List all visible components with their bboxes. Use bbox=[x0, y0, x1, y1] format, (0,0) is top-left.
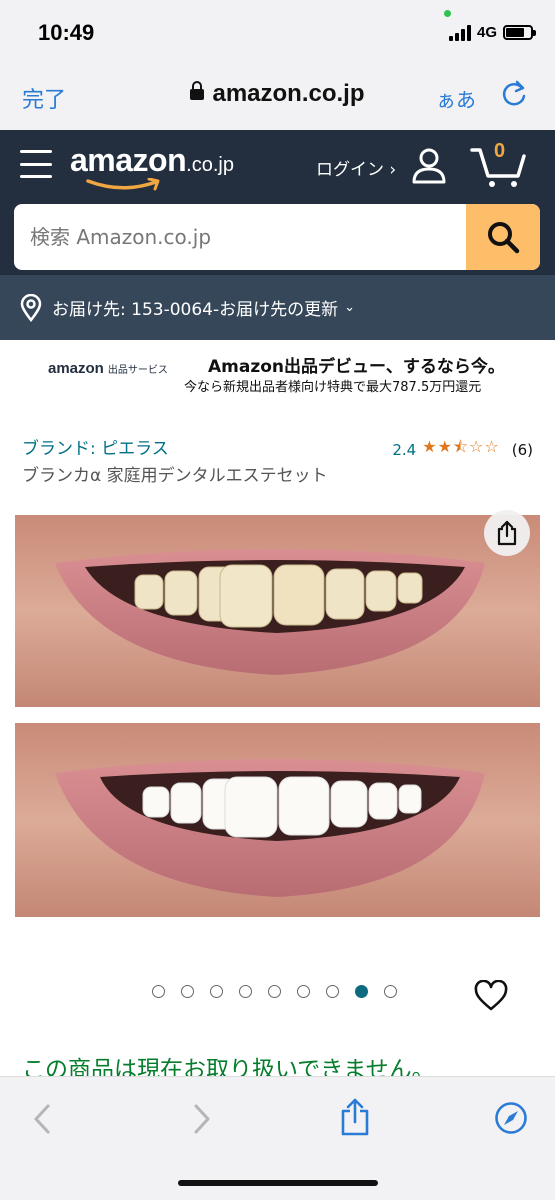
privacy-indicator bbox=[444, 10, 451, 17]
network-label: 4G bbox=[476, 24, 497, 41]
delivery-text: お届け先: 153-0064-お届け先の更新 bbox=[52, 300, 339, 320]
reload-icon[interactable] bbox=[498, 78, 530, 110]
delivery-location-bar[interactable]: お届け先: 153-0064-お届け先の更新 ⌄ bbox=[0, 275, 555, 340]
chevron-down-icon: ⌄ bbox=[344, 300, 356, 315]
after-photo bbox=[15, 723, 540, 917]
banner-logo: amazon 出品サービス bbox=[48, 360, 168, 377]
product-image[interactable] bbox=[15, 515, 540, 917]
url-text: amazon.co.jp bbox=[212, 80, 365, 107]
hamburger-icon[interactable] bbox=[20, 150, 52, 178]
before-photo bbox=[15, 515, 540, 707]
status-icons: 4G bbox=[448, 24, 536, 41]
status-time: 10:49 bbox=[38, 20, 95, 45]
heart-icon[interactable] bbox=[474, 980, 508, 1012]
cart-count: 0 bbox=[494, 140, 506, 162]
search-icon bbox=[488, 222, 520, 254]
carousel-dot[interactable] bbox=[384, 985, 397, 998]
product-title: ブランカα 家庭用デンタルエステセット bbox=[22, 466, 328, 486]
seller-banner-ad[interactable]: amazon 出品サービス Amazon出品デビュー、するなら今。 今なら新規出品… bbox=[0, 340, 555, 410]
text-size-button[interactable]: ぁあ bbox=[436, 84, 476, 113]
share-icon[interactable] bbox=[340, 1097, 370, 1137]
share-image-button[interactable] bbox=[484, 510, 530, 556]
signal-icon bbox=[448, 24, 471, 41]
logo-smile-icon bbox=[86, 178, 160, 191]
banner-title: Amazon出品デビュー、するなら今。 bbox=[208, 357, 505, 377]
review-count: (6) bbox=[511, 440, 533, 459]
status-bar: 10:49 4G bbox=[0, 0, 555, 66]
share-icon bbox=[497, 520, 517, 546]
carousel-dot[interactable] bbox=[152, 985, 165, 998]
cart-button[interactable]: 0 bbox=[470, 140, 530, 188]
carousel-dot[interactable] bbox=[210, 985, 223, 998]
lock-icon bbox=[190, 81, 205, 100]
compass-icon[interactable] bbox=[494, 1101, 528, 1135]
carousel-dot[interactable] bbox=[355, 985, 368, 998]
rating-stars-icon: ★★⯪☆☆ bbox=[422, 437, 500, 456]
carousel-dot[interactable] bbox=[268, 985, 281, 998]
carousel-dot[interactable] bbox=[181, 985, 194, 998]
banner-subtitle: 今なら新規出品者様向け特典で最大787.5万円還元 bbox=[184, 380, 482, 395]
browser-top-bar: 完了 amazon.co.jp ぁあ bbox=[0, 66, 555, 130]
rating-summary[interactable]: 2.4 ★★⯪☆☆ (6) bbox=[392, 436, 533, 463]
carousel-dot[interactable] bbox=[239, 985, 252, 998]
battery-icon bbox=[503, 25, 536, 40]
image-carousel-dots[interactable] bbox=[152, 985, 397, 998]
location-pin-icon bbox=[20, 293, 42, 322]
banner-logo-suffix: 出品サービス bbox=[107, 365, 168, 376]
search-button[interactable] bbox=[466, 204, 540, 270]
carousel-dot[interactable] bbox=[326, 985, 339, 998]
carousel-dot[interactable] bbox=[297, 985, 310, 998]
user-icon[interactable] bbox=[410, 146, 448, 184]
home-indicator bbox=[178, 1180, 378, 1186]
search-input[interactable] bbox=[14, 204, 464, 270]
forward-icon[interactable] bbox=[192, 1103, 212, 1135]
amazon-logo[interactable]: amazon.co.jp bbox=[70, 142, 234, 191]
brand-link[interactable]: ブランド: ピエラス bbox=[22, 434, 169, 459]
logo-tld: .co.jp bbox=[186, 154, 234, 176]
amazon-header: amazon.co.jp ログイン › 0 お届け先: 15 bbox=[0, 130, 555, 340]
banner-logo-word: amazon bbox=[48, 360, 104, 377]
search-box bbox=[14, 204, 540, 270]
rating-score: 2.4 bbox=[392, 440, 417, 459]
back-icon[interactable] bbox=[32, 1103, 52, 1135]
login-link[interactable]: ログイン › bbox=[316, 155, 396, 180]
logo-word: amazon bbox=[70, 142, 187, 178]
